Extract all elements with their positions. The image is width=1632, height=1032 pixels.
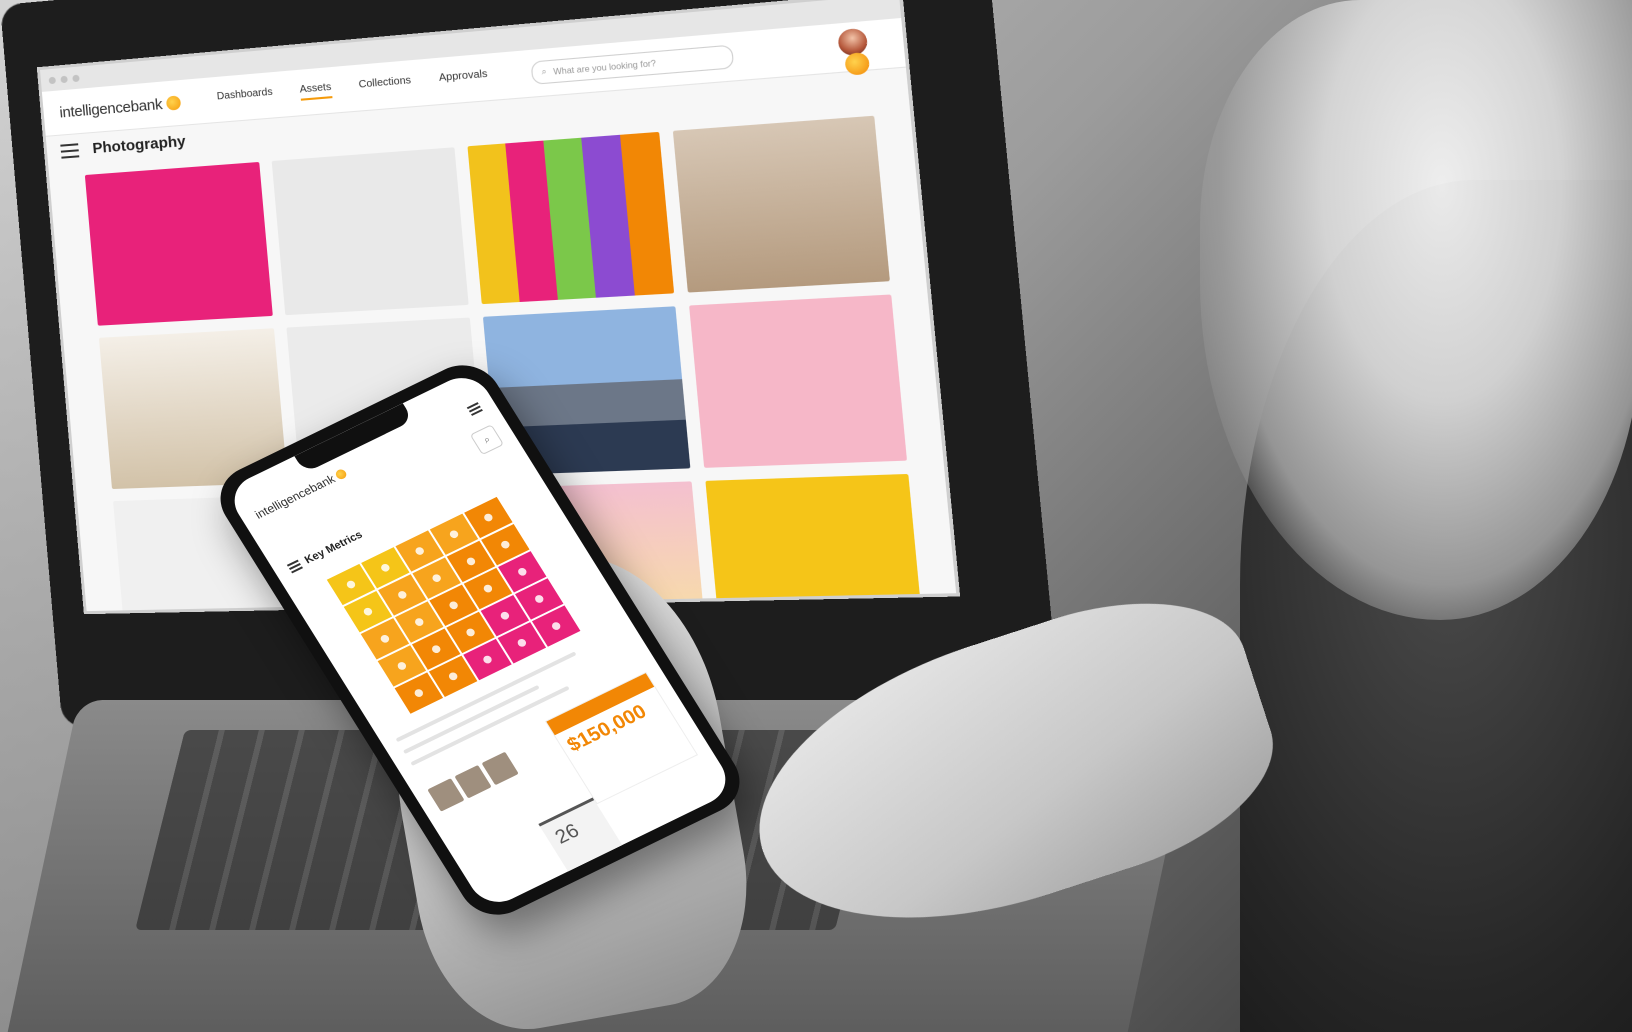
hamburger-menu-icon[interactable]	[286, 559, 304, 574]
search-input[interactable]: ⌕ What are you looking for?	[530, 44, 735, 85]
window-dot-icon[interactable]	[48, 76, 57, 85]
search-icon[interactable]: ⌕	[469, 424, 505, 456]
app-logo[interactable]: intelligencebank	[58, 94, 182, 122]
heatmap-marker-icon	[413, 545, 426, 557]
heatmap-marker-icon	[379, 633, 391, 644]
hamburger-menu-icon[interactable]	[60, 142, 80, 159]
heatmap-marker-icon	[516, 566, 529, 577]
search-icon: ⌕	[541, 66, 548, 77]
heatmap-marker-icon	[482, 583, 494, 594]
photo-scene: intelligencebank Dashboards Assets Colle…	[0, 0, 1632, 1032]
photo-tile[interactable]	[467, 131, 675, 305]
phone-logo[interactable]: intelligencebank	[252, 466, 349, 522]
photo-tile[interactable]	[672, 115, 890, 293]
heatmap-marker-icon	[447, 671, 459, 682]
logo-dot-icon	[165, 95, 182, 111]
heatmap-marker-icon	[413, 687, 425, 699]
heatmap-marker-icon	[379, 562, 392, 573]
heatmap-marker-icon	[447, 600, 460, 611]
logo-dot-icon	[333, 467, 349, 481]
heatmap-marker-icon	[516, 637, 528, 648]
photo-tile[interactable]	[271, 147, 469, 316]
main-nav: Dashboards Assets Collections Approvals	[216, 68, 488, 107]
nav-collections[interactable]: Collections	[358, 75, 412, 96]
heatmap-marker-icon	[533, 593, 545, 605]
page-title: Photography	[91, 132, 187, 158]
menu-icon[interactable]	[466, 402, 483, 416]
nav-assets[interactable]: Assets	[299, 81, 333, 101]
logo-text: intelligencebank	[58, 95, 163, 122]
heatmap-marker-icon	[430, 644, 442, 655]
window-dot-icon[interactable]	[60, 75, 68, 84]
nav-dashboards[interactable]: Dashboards	[216, 87, 273, 108]
nav-approvals[interactable]: Approvals	[439, 68, 489, 89]
heatmap-marker-icon	[482, 512, 495, 523]
window-dot-icon[interactable]	[72, 74, 80, 83]
photo-tile[interactable]	[84, 161, 273, 326]
heatmap-marker-icon	[465, 556, 477, 567]
title-row: Photography	[60, 133, 186, 160]
heatmap-marker-icon	[481, 654, 494, 665]
section-title: Key Metrics	[302, 528, 365, 567]
heatmap-marker-icon	[464, 627, 477, 638]
heatmap-marker-icon	[499, 539, 512, 550]
heatmap-marker-icon	[550, 620, 562, 632]
photo-tile[interactable]	[705, 473, 925, 612]
heatmap-marker-icon	[430, 573, 443, 584]
heatmap-marker-icon	[499, 610, 511, 621]
phone-logo-text: intelligencebank	[252, 471, 338, 522]
heatmap-marker-icon	[448, 529, 460, 540]
photo-tile[interactable]	[689, 294, 908, 468]
heatmap-marker-icon	[396, 660, 408, 672]
heatmap-marker-icon	[362, 606, 374, 617]
count-value: 26	[551, 819, 584, 849]
search-placeholder: What are you looking for?	[552, 58, 657, 77]
heatmap-marker-icon	[345, 579, 357, 590]
heatmap-marker-icon	[396, 589, 409, 601]
heatmap-marker-icon	[413, 616, 425, 628]
